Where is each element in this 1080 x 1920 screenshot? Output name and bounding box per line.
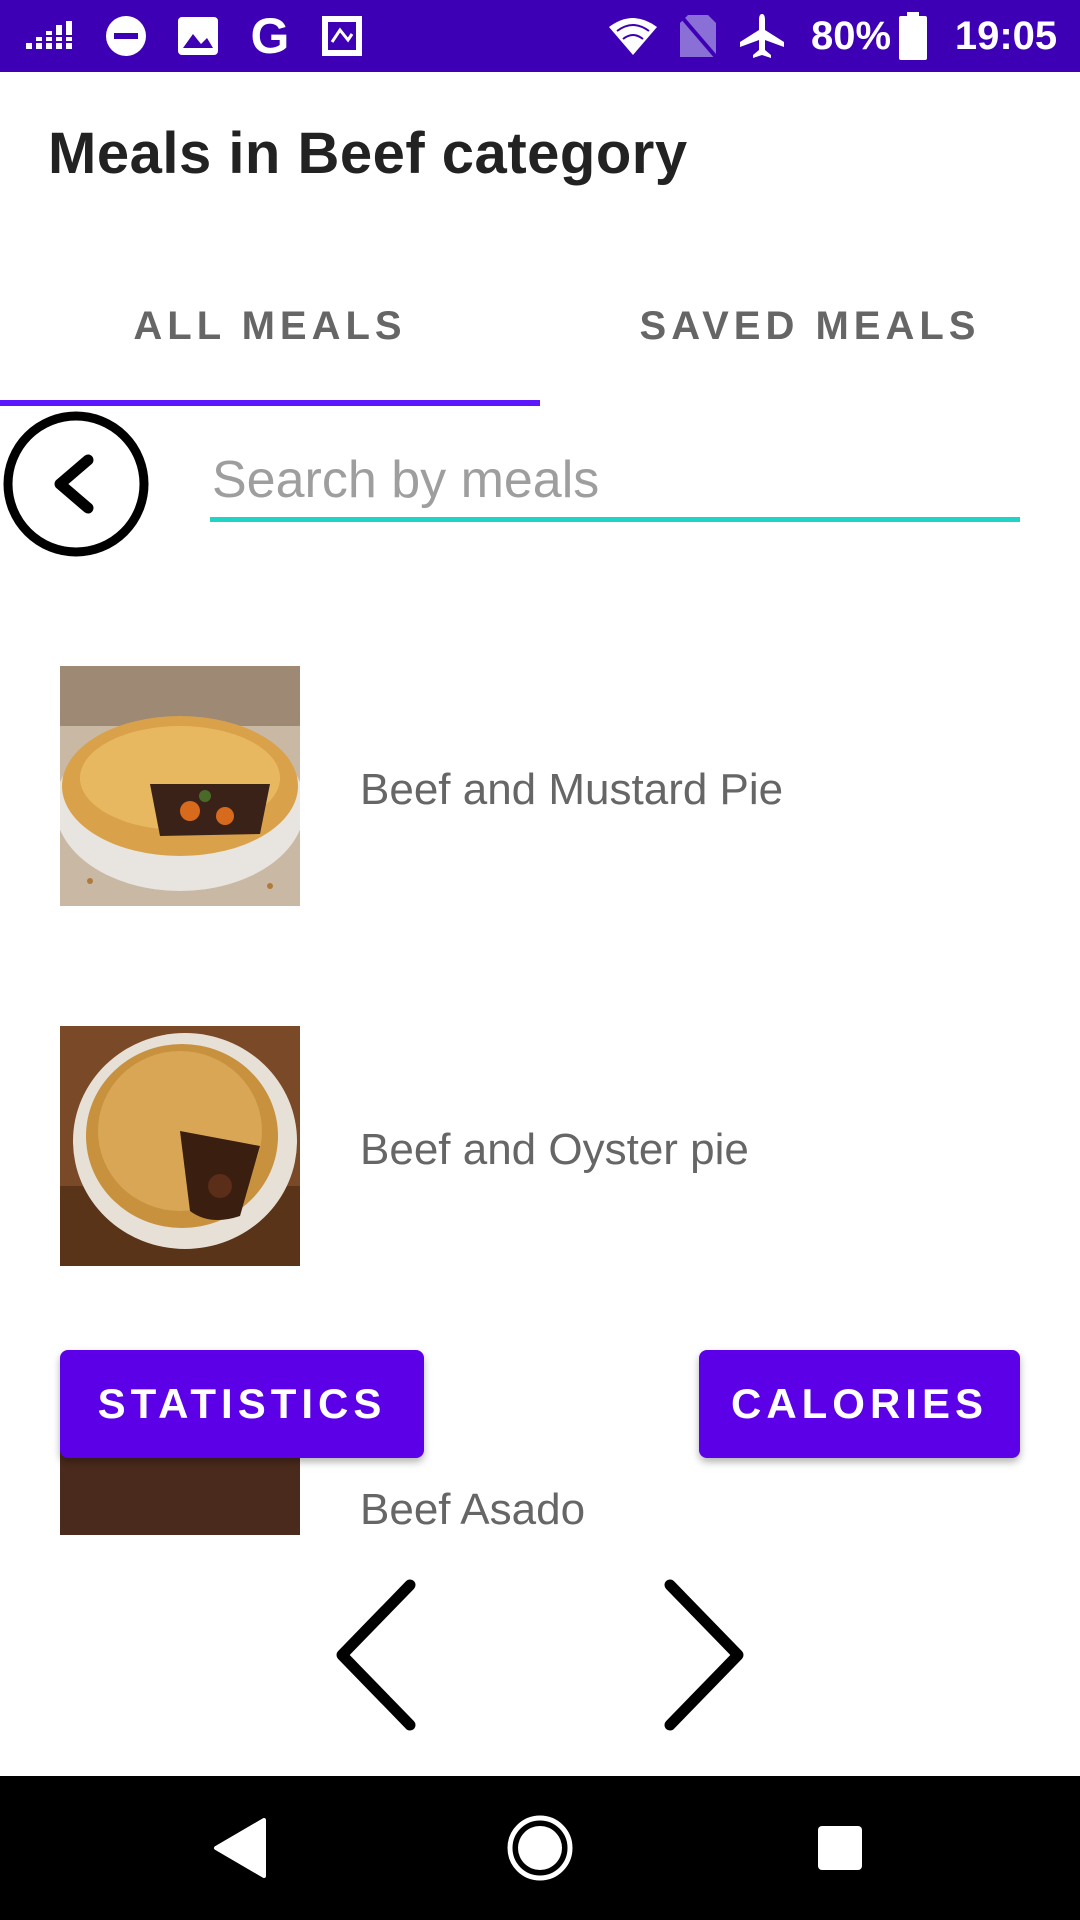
statistics-button[interactable]: STATISTICS — [60, 1350, 424, 1458]
clock: 19:05 — [954, 13, 1058, 58]
chevron-left-icon[interactable] — [320, 1575, 440, 1735]
calories-button[interactable]: CALORIES — [699, 1350, 1020, 1458]
no-sim-icon — [672, 0, 724, 72]
nav-home-icon[interactable] — [470, 1776, 610, 1920]
battery-icon — [896, 0, 930, 72]
status-bar: G 80% 19:05 — [0, 0, 1080, 72]
list-item[interactable]: Beef and Oyster pie — [0, 920, 1080, 1266]
meal-thumbnail-image — [60, 1026, 300, 1266]
tab-saved-meals[interactable]: SAVED MEALS — [540, 270, 1080, 406]
meal-name: Beef Asado — [360, 1485, 586, 1534]
nav-recents-icon[interactable] — [770, 1776, 910, 1920]
meal-name: Beef and Oyster pie — [360, 1125, 749, 1174]
nav-back-icon[interactable] — [170, 1776, 310, 1920]
battery-percent: 80% — [810, 13, 892, 58]
tab-all-meals[interactable]: ALL MEALS — [0, 270, 540, 406]
meal-thumbnail-image — [60, 666, 300, 906]
google-icon: G — [250, 8, 290, 64]
stamp-icon — [314, 0, 370, 72]
back-circle-icon[interactable] — [2, 410, 150, 558]
chevron-right-icon[interactable] — [640, 1575, 760, 1735]
wifi-icon — [605, 0, 661, 72]
tab-bar: ALL MEALS SAVED MEALS — [0, 270, 1080, 406]
list-item[interactable]: Beef and Mustard Pie — [0, 560, 1080, 906]
search-input[interactable] — [210, 440, 1020, 520]
do-not-disturb-icon — [100, 0, 152, 72]
navigation-bar — [0, 1776, 1080, 1920]
airplane-mode-icon — [734, 0, 790, 72]
meal-name: Beef and Mustard Pie — [360, 765, 784, 814]
image-icon — [172, 0, 224, 72]
page-title: Meals in Beef category — [48, 121, 688, 186]
search-underline — [210, 517, 1020, 522]
signal-bars-icon — [22, 0, 82, 72]
tab-selected-indicator — [0, 400, 540, 406]
